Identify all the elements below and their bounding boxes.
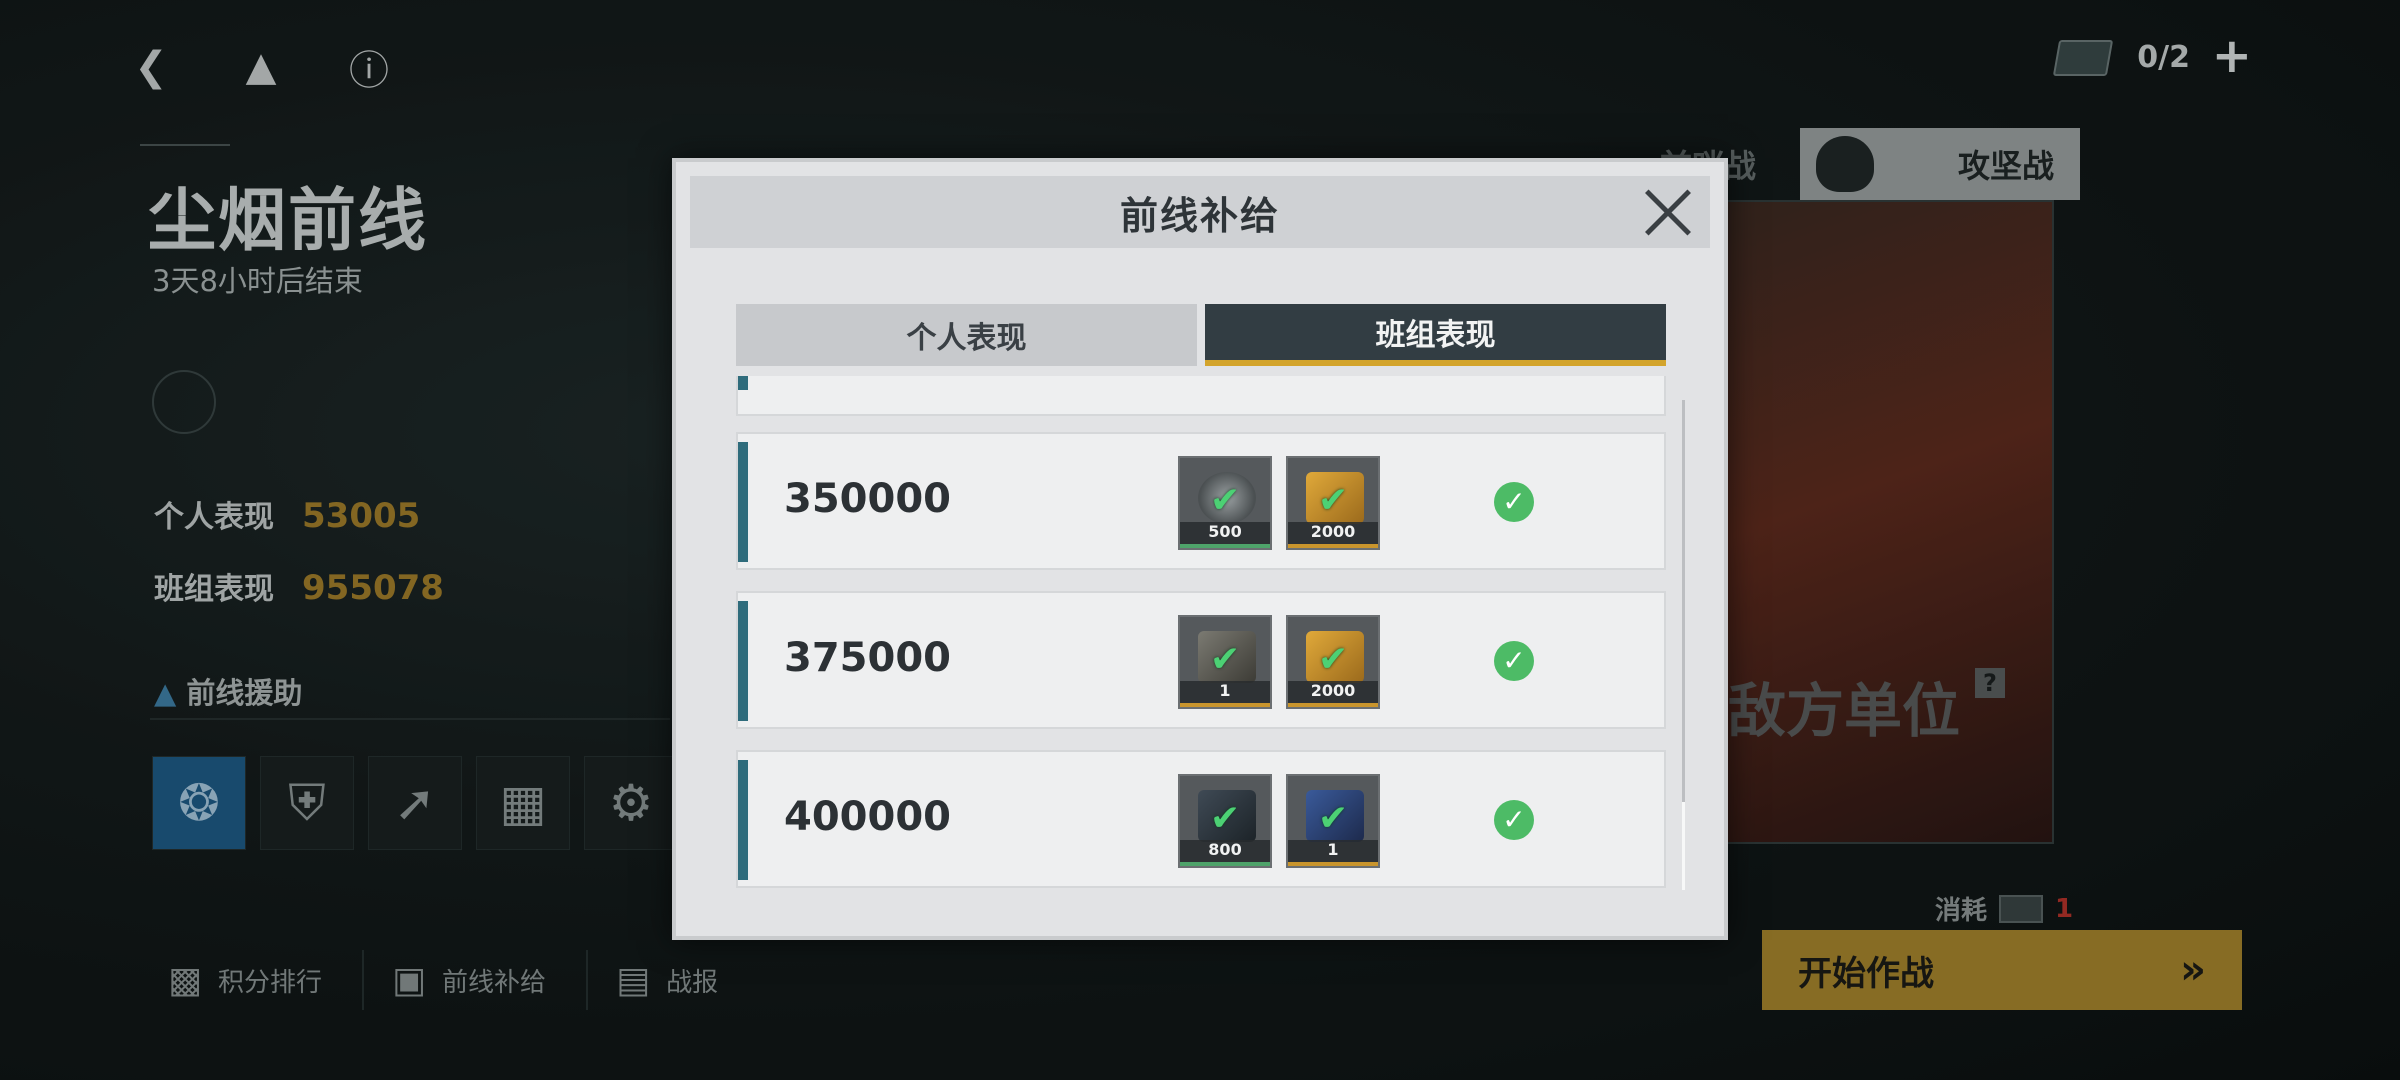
dialog-title: 前线补给: [1119, 193, 1280, 238]
reward-row: 400000 ✔ 800 ✔ 1 ✓: [736, 750, 1666, 888]
row-accent: [738, 376, 748, 390]
item-quantity: 2000: [1288, 681, 1378, 707]
item-quantity: 500: [1180, 522, 1270, 548]
check-icon: ✔: [1318, 798, 1349, 839]
check-icon: ✔: [1318, 639, 1349, 680]
check-icon: ✔: [1210, 480, 1241, 521]
reward-item[interactable]: ✔ 1: [1178, 615, 1272, 709]
reward-item[interactable]: ✔ 500: [1178, 456, 1272, 550]
dialog-header: 前线补给: [690, 176, 1710, 248]
item-quantity: 2000: [1288, 522, 1378, 548]
row-accent: [738, 760, 748, 880]
reward-list[interactable]: 350000 ✔ 500 ✔ 2000 ✓ 375000 ✔ 1 ✔ 2000 …: [736, 376, 1676, 896]
row-accent: [738, 442, 748, 562]
reward-row-partial: [736, 376, 1666, 416]
reward-threshold: 350000: [784, 476, 951, 522]
tab-team-performance[interactable]: 班组表现: [1205, 304, 1666, 366]
check-icon: ✔: [1210, 639, 1241, 680]
tab-personal-performance[interactable]: 个人表现: [736, 304, 1197, 366]
frontline-supply-dialog: 前线补给 个人表现 班组表现 350000 ✔ 500 ✔ 2000 ✓ 375…: [672, 158, 1728, 940]
item-quantity: 1: [1288, 840, 1378, 866]
scrollbar-thumb[interactable]: [1682, 802, 1685, 890]
reward-item[interactable]: ✔ 2000: [1286, 456, 1380, 550]
reward-item[interactable]: ✔ 1: [1286, 774, 1380, 868]
claimed-check-icon: ✓: [1494, 641, 1534, 681]
check-icon: ✔: [1210, 798, 1241, 839]
close-button[interactable]: [1640, 184, 1696, 240]
claimed-check-icon: ✓: [1494, 482, 1534, 522]
item-quantity: 800: [1180, 840, 1270, 866]
reward-row: 375000 ✔ 1 ✔ 2000 ✓: [736, 591, 1666, 729]
check-icon: ✔: [1318, 480, 1349, 521]
reward-threshold: 400000: [784, 794, 951, 840]
reward-threshold: 375000: [784, 635, 951, 681]
claimed-check-icon: ✓: [1494, 800, 1534, 840]
row-accent: [738, 601, 748, 721]
reward-item[interactable]: ✔ 800: [1178, 774, 1272, 868]
reward-row: 350000 ✔ 500 ✔ 2000 ✓: [736, 432, 1666, 570]
reward-item[interactable]: ✔ 2000: [1286, 615, 1380, 709]
dialog-tabs: 个人表现 班组表现: [736, 304, 1666, 366]
item-quantity: 1: [1180, 681, 1270, 707]
